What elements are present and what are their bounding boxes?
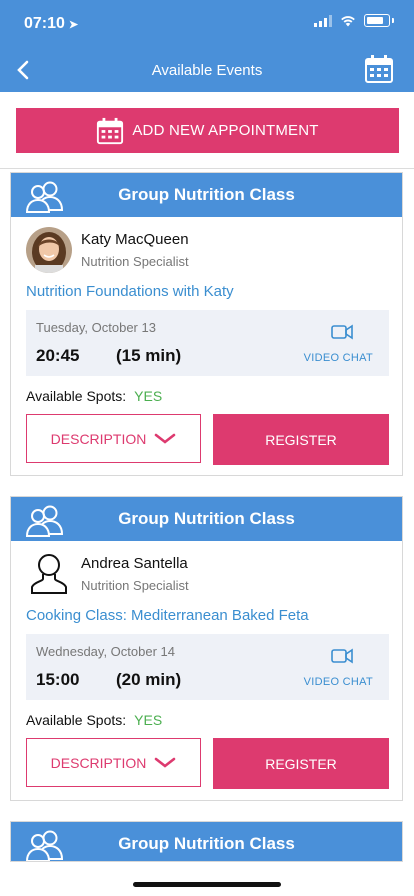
event-schedule: Wednesday, October 14 15:00 (20 min) VID… xyxy=(26,634,389,700)
video-chat-label: VIDEO CHAT xyxy=(303,676,373,688)
battery-tip xyxy=(392,18,394,23)
description-label: DESCRIPTION xyxy=(50,430,147,447)
event-date: Wednesday, October 14 xyxy=(36,644,175,659)
calendar-icon xyxy=(365,55,393,83)
register-button[interactable]: REGISTER xyxy=(213,414,389,465)
event-schedule: Tuesday, October 13 20:45 (15 min) VIDEO… xyxy=(26,310,389,376)
location-arrow-icon: ➤ xyxy=(68,19,79,31)
description-button[interactable]: DESCRIPTION xyxy=(26,414,201,463)
event-duration: (15 min) xyxy=(116,346,182,365)
instructor-name: Katy MacQueen xyxy=(81,231,189,248)
card-header: Group Nutrition Class xyxy=(11,173,402,217)
app-header: 07:10 ➤ Available Events xyxy=(0,0,414,92)
chevron-down-icon xyxy=(155,433,176,444)
description-label: DESCRIPTION xyxy=(50,754,147,771)
spots-label: Available Spots: xyxy=(26,712,127,728)
status-icons xyxy=(314,14,394,27)
event-name[interactable]: Nutrition Foundations with Katy xyxy=(26,283,234,300)
chevron-down-icon xyxy=(155,757,176,768)
battery-icon xyxy=(364,14,390,27)
event-card: Group Nutrition Class Katy MacQueen Nutr… xyxy=(10,172,403,476)
home-indicator xyxy=(133,882,281,887)
spots-value: YES xyxy=(134,712,163,728)
event-date: Tuesday, October 13 xyxy=(36,320,156,335)
video-camera-icon xyxy=(331,324,353,340)
event-card: Group Nutrition Class Andrea Santella Nu… xyxy=(10,496,403,801)
instructor-role: Nutrition Specialist xyxy=(81,578,189,593)
card-header: Group Nutrition Class xyxy=(11,497,402,541)
card-title: Group Nutrition Class xyxy=(118,185,295,204)
video-camera-icon xyxy=(331,648,353,664)
add-appointment-button[interactable]: ADD NEW APPOINTMENT xyxy=(16,108,399,153)
cell-signal-icon xyxy=(314,14,332,27)
instructor-role: Nutrition Specialist xyxy=(81,254,189,269)
page-title: Available Events xyxy=(151,62,263,79)
available-spots: Available Spots: YES xyxy=(26,712,162,728)
calendar-button[interactable] xyxy=(364,54,394,84)
avatar xyxy=(26,227,72,273)
description-button[interactable]: DESCRIPTION xyxy=(26,738,201,787)
available-spots: Available Spots: YES xyxy=(26,388,162,404)
register-button[interactable]: REGISTER xyxy=(213,738,389,789)
spots-label: Available Spots: xyxy=(26,388,127,404)
event-name[interactable]: Cooking Class: Mediterranean Baked Feta xyxy=(26,607,309,624)
calendar-icon xyxy=(97,117,124,144)
spots-value: YES xyxy=(134,388,163,404)
card-header: Group Nutrition Class xyxy=(11,822,402,861)
card-title: Group Nutrition Class xyxy=(118,509,295,528)
event-card: Group Nutrition Class xyxy=(10,821,403,862)
event-duration: (20 min) xyxy=(116,670,182,689)
video-chat-label: VIDEO CHAT xyxy=(303,352,373,364)
avatar-placeholder-icon xyxy=(26,551,72,597)
wifi-icon xyxy=(341,15,355,26)
divider xyxy=(0,168,414,169)
instructor-name: Andrea Santella xyxy=(81,555,188,572)
card-title: Group Nutrition Class xyxy=(118,834,295,853)
status-time: 07:10 ➤ xyxy=(24,15,79,32)
add-appointment-label: ADD NEW APPOINTMENT xyxy=(132,122,319,139)
event-time: 15:00 xyxy=(36,670,80,689)
event-time: 20:45 xyxy=(36,346,80,365)
